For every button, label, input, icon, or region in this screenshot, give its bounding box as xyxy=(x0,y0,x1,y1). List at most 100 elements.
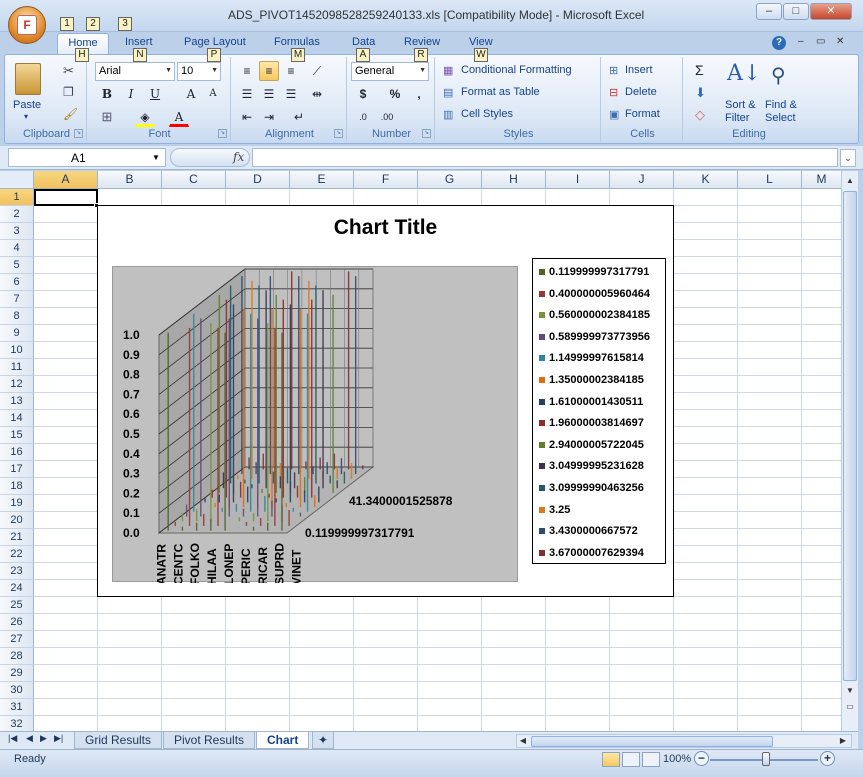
row-header-23[interactable]: 23 xyxy=(0,563,34,580)
font-launcher-icon[interactable]: ↘ xyxy=(218,129,227,138)
insert-sheet-icon[interactable]: ✦ xyxy=(312,732,335,749)
legend-entry[interactable]: 1.35000002384185 xyxy=(539,374,644,386)
active-cell[interactable] xyxy=(34,189,98,206)
close-button[interactable]: ✕ xyxy=(810,3,852,20)
first-sheet-icon[interactable]: |◀ xyxy=(8,733,17,744)
sheet-tab-grid-results[interactable]: Grid Results xyxy=(74,732,163,749)
row-header-25[interactable]: 25 xyxy=(0,597,34,614)
office-button[interactable]: F xyxy=(8,6,46,44)
merge-center-icon[interactable]: ⇹ xyxy=(307,84,327,104)
currency-button[interactable]: $ xyxy=(353,84,373,104)
column-header-m[interactable]: M xyxy=(802,171,841,189)
row-header-20[interactable]: 20 xyxy=(0,512,34,529)
decrease-indent-icon[interactable]: ⇤ xyxy=(237,107,257,127)
tab-data[interactable]: Data xyxy=(352,36,375,48)
row-header-16[interactable]: 16 xyxy=(0,444,34,461)
zoom-in-button[interactable]: + xyxy=(820,751,835,766)
row-header-32[interactable]: 32 xyxy=(0,716,34,731)
autosum-button[interactable]: Σ xyxy=(695,62,704,78)
column-header-d[interactable]: D xyxy=(226,171,290,189)
chart-legend[interactable]: 0.119999997317791 0.400000005960464 0.5600… xyxy=(532,258,666,564)
row-header-9[interactable]: 9 xyxy=(0,325,34,342)
column-header-a[interactable]: A xyxy=(34,171,98,189)
clear-icon[interactable]: ◇ xyxy=(695,107,705,123)
workbook-minimize-icon[interactable]: – xyxy=(798,36,804,47)
row-header-8[interactable]: 8 xyxy=(0,308,34,325)
grow-font-button[interactable]: A xyxy=(181,84,201,104)
align-top-icon[interactable]: ≡ xyxy=(237,61,257,81)
legend-entry[interactable]: 3.25 xyxy=(539,504,570,516)
paste-button[interactable]: Paste xyxy=(13,99,41,111)
chart-title[interactable]: Chart Title xyxy=(98,216,673,240)
insert-cells-button[interactable]: Insert xyxy=(625,64,653,76)
increase-indent-icon[interactable]: ⇥ xyxy=(259,107,279,127)
row-header-6[interactable]: 6 xyxy=(0,274,34,291)
vertical-scrollbar[interactable]: ▲ ▼ ▭ xyxy=(841,171,858,731)
legend-entry[interactable]: 1.14999997615814 xyxy=(539,352,644,364)
bold-button[interactable]: B xyxy=(97,84,117,104)
maximize-button[interactable]: □ xyxy=(783,3,809,20)
fill-icon[interactable]: ⬇ xyxy=(695,85,706,101)
column-header-b[interactable]: B xyxy=(98,171,162,189)
column-header-l[interactable]: L xyxy=(738,171,802,189)
percent-button[interactable]: % xyxy=(385,84,405,104)
row-header-22[interactable]: 22 xyxy=(0,546,34,563)
comma-button[interactable]: , xyxy=(409,84,429,104)
row-header-4[interactable]: 4 xyxy=(0,240,34,257)
row-header-19[interactable]: 19 xyxy=(0,495,34,512)
font-size-combo[interactable]: 10 ▼ xyxy=(177,62,221,81)
legend-entry[interactable]: 3.4300000667572 xyxy=(539,525,638,537)
format-painter-icon[interactable]: 🖌 xyxy=(63,107,78,121)
row-header-15[interactable]: 15 xyxy=(0,427,34,444)
row-header-30[interactable]: 30 xyxy=(0,682,34,699)
quick-access-toolbar[interactable] xyxy=(135,10,215,24)
legend-entry[interactable]: 0.119999997317791 xyxy=(539,266,649,278)
sort-filter-button[interactable]: Sort & xyxy=(725,99,756,111)
zoom-out-button[interactable]: − xyxy=(694,751,709,766)
legend-entry[interactable]: 3.67000007629394 xyxy=(539,547,644,559)
format-cells-button[interactable]: Format xyxy=(625,108,660,120)
text-orientation-icon[interactable]: ⟋ xyxy=(307,61,327,81)
borders-icon[interactable]: ⊞ xyxy=(97,107,117,127)
row-header-27[interactable]: 27 xyxy=(0,631,34,648)
align-left-icon[interactable]: ☰ xyxy=(237,84,257,104)
tab-page-layout[interactable]: Page Layout xyxy=(184,36,246,48)
legend-entry[interactable]: 1.96000003814697 xyxy=(539,417,644,429)
legend-entry[interactable]: 0.589999973773956 xyxy=(539,331,650,343)
conditional-formatting-button[interactable]: Conditional Formatting xyxy=(461,64,572,76)
column-header-j[interactable]: J xyxy=(610,171,674,189)
zoom-slider-thumb[interactable] xyxy=(762,752,770,766)
cell-styles-button[interactable]: Cell Styles xyxy=(461,108,513,120)
legend-entry[interactable]: 3.04999995231628 xyxy=(539,460,644,472)
column-header-i[interactable]: I xyxy=(546,171,610,189)
row-header-10[interactable]: 10 xyxy=(0,342,34,359)
row-header-26[interactable]: 26 xyxy=(0,614,34,631)
fx-icon[interactable]: fx xyxy=(233,150,244,164)
column-header-c[interactable]: C xyxy=(162,171,226,189)
minimize-button[interactable]: – xyxy=(756,3,782,20)
normal-view-icon[interactable] xyxy=(602,752,620,767)
italic-button[interactable]: I xyxy=(121,84,141,104)
scroll-right-icon[interactable]: ▶ xyxy=(837,733,849,749)
scroll-down-icon[interactable]: ▼ xyxy=(842,683,858,699)
split-icon[interactable]: ▭ xyxy=(842,699,858,715)
increase-decimal-icon[interactable]: .0 xyxy=(353,107,373,127)
legend-entry[interactable]: 1.61000001430511 xyxy=(539,396,643,408)
tab-review[interactable]: Review xyxy=(404,36,440,48)
legend-entry[interactable]: 0.400000005960464 xyxy=(539,288,650,300)
column-header-f[interactable]: F xyxy=(354,171,418,189)
format-as-table-button[interactable]: Format as Table xyxy=(461,86,540,98)
align-right-icon[interactable]: ☰ xyxy=(281,84,301,104)
plot-area[interactable]: 1.0 0.9 0.8 0.7 0.6 0.5 0.4 0.3 0.2 0.1 0.0 ANATR CE… xyxy=(112,266,518,583)
sort-filter-button-line2[interactable]: Filter xyxy=(725,112,749,124)
scroll-up-icon[interactable]: ▲ xyxy=(842,173,858,189)
next-sheet-icon[interactable]: ▶ xyxy=(40,733,47,744)
prev-sheet-icon[interactable]: ◀ xyxy=(26,733,33,744)
vertical-scroll-thumb[interactable] xyxy=(843,191,857,681)
row-header-31[interactable]: 31 xyxy=(0,699,34,716)
fill-color-icon[interactable]: ◈ xyxy=(135,107,155,127)
help-icon[interactable]: ? xyxy=(772,36,786,50)
chart-object[interactable]: Chart Title 1.0 0.9 0.8 0.7 0.6 0.5 0.4 0.3 0.2 0… xyxy=(97,205,674,597)
find-select-button-line2[interactable]: Select xyxy=(765,112,796,124)
row-header-11[interactable]: 11 xyxy=(0,359,34,376)
